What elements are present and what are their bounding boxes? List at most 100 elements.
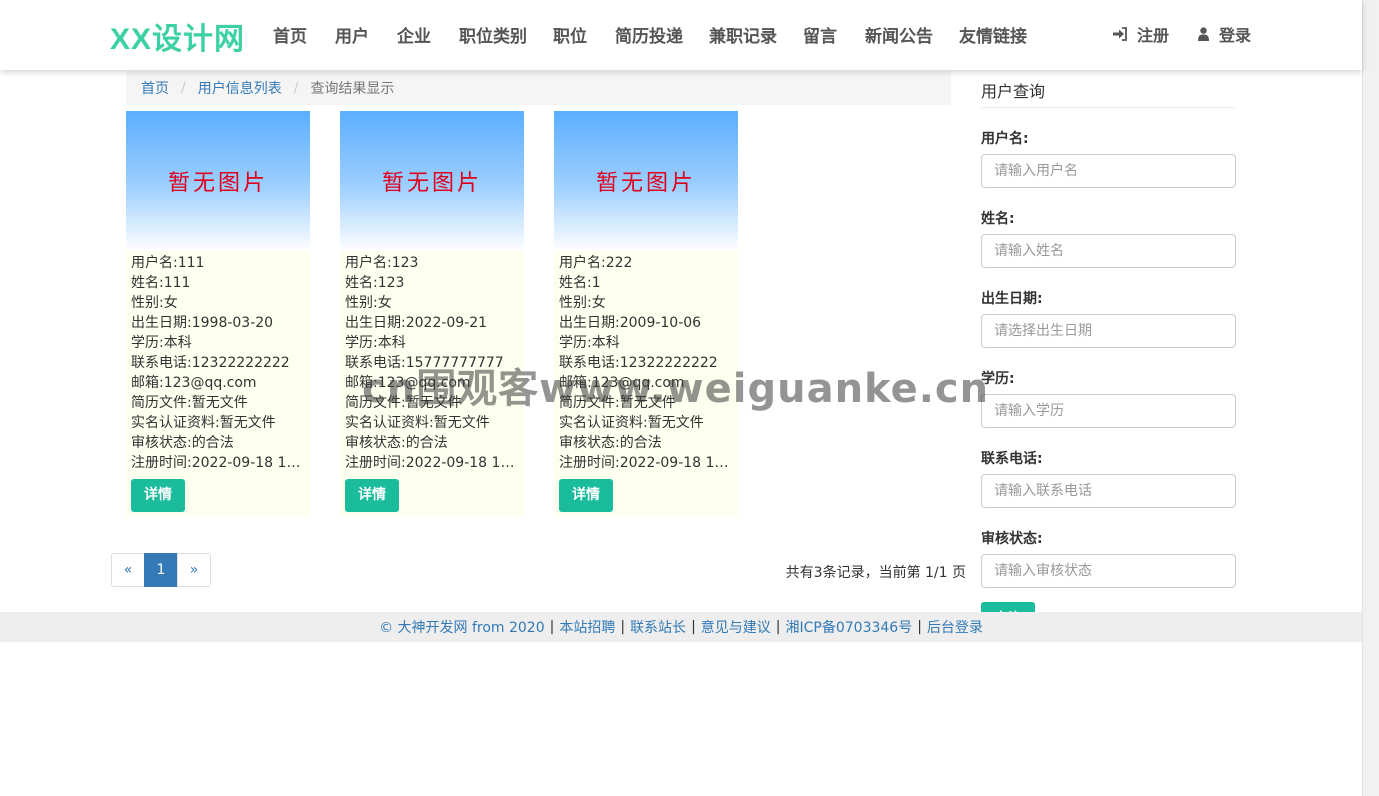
card-verification-docs: 实名认证资料:暂无文件 bbox=[559, 415, 704, 431]
user-card: 暂无图片 用户名:111 姓名:111 性别:女 出生日期:1998-03-20… bbox=[126, 111, 310, 517]
login-link[interactable]: 登录 bbox=[1198, 22, 1251, 46]
breadcrumb-user-list[interactable]: 用户信息列表 bbox=[198, 78, 282, 98]
pagination-prev[interactable]: « bbox=[111, 553, 145, 587]
details-button[interactable]: 详情 bbox=[559, 479, 613, 512]
card-username: 用户名:111 bbox=[131, 255, 205, 271]
register-link[interactable]: 注册 bbox=[1112, 22, 1169, 46]
page-scrollbar[interactable] bbox=[1362, 0, 1379, 796]
no-image-text: 暂无图片 bbox=[167, 171, 268, 196]
no-image-text: 暂无图片 bbox=[381, 171, 482, 196]
card-name: 姓名:123 bbox=[345, 275, 405, 291]
nav-item-resume-submission[interactable]: 简历投递 bbox=[615, 22, 683, 47]
card-resume-file: 简历文件:暂无文件 bbox=[559, 395, 676, 411]
card-phone: 联系电话:15777777777 bbox=[345, 355, 504, 371]
card-register-time: 注册时间:2022-09-18 18:... bbox=[559, 455, 733, 471]
pagination-page-current[interactable]: 1 bbox=[144, 553, 178, 587]
card-education: 学历:本科 bbox=[345, 335, 406, 351]
user-photo-placeholder: 暂无图片 bbox=[126, 111, 310, 251]
user-search-panel: 用户查询 用户名: 姓名: 出生日期: 学历: 联系电话: 审核状态: 查询 bbox=[981, 78, 1236, 636]
pagination: « 1 » bbox=[111, 553, 211, 587]
details-button[interactable]: 详情 bbox=[345, 479, 399, 512]
card-review-status: 审核状态:的合法 bbox=[345, 435, 448, 451]
footer-separator: | bbox=[691, 619, 696, 635]
card-register-time: 注册时间:2022-09-18 18:... bbox=[345, 455, 519, 471]
card-phone: 联系电话:12322222222 bbox=[131, 355, 290, 371]
footer-contact-link[interactable]: 联系站长 bbox=[630, 617, 686, 637]
user-icon bbox=[1198, 27, 1209, 41]
phone-label: 联系电话: bbox=[981, 451, 1043, 467]
card-review-status: 审核状态:的合法 bbox=[559, 435, 662, 451]
register-label: 注册 bbox=[1137, 26, 1170, 45]
card-gender: 性别:女 bbox=[345, 295, 392, 311]
search-panel-title: 用户查询 bbox=[981, 78, 1236, 108]
no-image-text: 暂无图片 bbox=[595, 171, 696, 196]
card-name: 姓名:1 bbox=[559, 275, 601, 291]
nav-item-home[interactable]: 首页 bbox=[273, 22, 307, 47]
footer-separator: | bbox=[917, 619, 922, 635]
review-status-input[interactable] bbox=[981, 554, 1236, 588]
nav-item-parttime-records[interactable]: 兼职记录 bbox=[709, 22, 777, 47]
username-input[interactable] bbox=[981, 154, 1236, 188]
education-label: 学历: bbox=[981, 371, 1015, 387]
card-phone: 联系电话:12322222222 bbox=[559, 355, 718, 371]
user-photo-placeholder: 暂无图片 bbox=[340, 111, 524, 251]
footer-icp-link[interactable]: 湘ICP备0703346号 bbox=[786, 617, 913, 637]
card-name: 姓名:111 bbox=[131, 275, 191, 291]
card-username: 用户名:222 bbox=[559, 255, 633, 271]
card-birthdate: 出生日期:2009-10-06 bbox=[559, 315, 702, 331]
footer-separator: | bbox=[620, 619, 626, 635]
pagination-next[interactable]: » bbox=[177, 553, 211, 587]
card-register-time: 注册时间:2022-09-18 18:... bbox=[131, 455, 305, 471]
nav-item-friend-links[interactable]: 友情链接 bbox=[959, 22, 1027, 47]
card-education: 学历:本科 bbox=[559, 335, 620, 351]
nav-item-news[interactable]: 新闻公告 bbox=[865, 22, 933, 47]
footer-admin-login-link[interactable]: 后台登录 bbox=[927, 617, 983, 637]
user-card-info: 用户名:111 姓名:111 性别:女 出生日期:1998-03-20 学历:本… bbox=[126, 251, 310, 512]
footer-feedback-link[interactable]: 意见与建议 bbox=[701, 617, 771, 637]
card-birthdate: 出生日期:1998-03-20 bbox=[131, 315, 274, 331]
username-label: 用户名: bbox=[981, 131, 1029, 147]
card-birthdate: 出生日期:2022-09-21 bbox=[345, 315, 488, 331]
breadcrumb-home[interactable]: 首页 bbox=[141, 78, 169, 98]
breadcrumb: 首页 / 用户信息列表 / 查询结果显示 bbox=[126, 71, 951, 105]
nav-item-messages[interactable]: 留言 bbox=[803, 22, 837, 47]
birthdate-input[interactable] bbox=[981, 314, 1236, 348]
pagination-info: 共有3条记录，当前第 1/1 页 bbox=[785, 565, 966, 581]
breadcrumb-separator: / bbox=[181, 80, 186, 96]
user-card-info: 用户名:123 姓名:123 性别:女 出生日期:2022-09-21 学历:本… bbox=[340, 251, 524, 512]
name-input[interactable] bbox=[981, 234, 1236, 268]
user-card: 暂无图片 用户名:123 姓名:123 性别:女 出生日期:2022-09-21… bbox=[340, 111, 524, 517]
user-card-info: 用户名:222 姓名:1 性别:女 出生日期:2009-10-06 学历:本科 … bbox=[554, 251, 738, 512]
card-gender: 性别:女 bbox=[131, 295, 178, 311]
card-resume-file: 简历文件:暂无文件 bbox=[131, 395, 248, 411]
card-email: 邮箱:123@qq.com bbox=[559, 375, 685, 391]
nav-item-users[interactable]: 用户 bbox=[335, 22, 369, 47]
card-username: 用户名:123 bbox=[345, 255, 419, 271]
phone-input[interactable] bbox=[981, 474, 1236, 508]
card-email: 邮箱:123@qq.com bbox=[131, 375, 257, 391]
footer: © 大神开发网 from 2020 | 本站招聘 | 联系站长 | 意见与建议 … bbox=[0, 612, 1362, 642]
card-resume-file: 简历文件:暂无文件 bbox=[345, 395, 462, 411]
login-label: 登录 bbox=[1219, 26, 1252, 45]
card-verification-docs: 实名认证资料:暂无文件 bbox=[131, 415, 276, 431]
sign-in-icon bbox=[1113, 27, 1127, 41]
card-review-status: 审核状态:的合法 bbox=[131, 435, 234, 451]
footer-separator: | bbox=[549, 619, 555, 635]
card-gender: 性别:女 bbox=[559, 295, 606, 311]
education-input[interactable] bbox=[981, 394, 1236, 428]
user-card: 暂无图片 用户名:222 姓名:1 性别:女 出生日期:2009-10-06 学… bbox=[554, 111, 738, 517]
site-logo[interactable]: XX设计网 bbox=[110, 14, 245, 58]
user-photo-placeholder: 暂无图片 bbox=[554, 111, 738, 251]
card-education: 学历:本科 bbox=[131, 335, 192, 351]
footer-recruitment-link[interactable]: 本站招聘 bbox=[559, 617, 615, 637]
breadcrumb-current: 查询结果显示 bbox=[310, 81, 395, 97]
footer-copyright-link[interactable]: © 大神开发网 from 2020 bbox=[379, 617, 545, 637]
birthdate-label: 出生日期: bbox=[981, 291, 1043, 307]
name-label: 姓名: bbox=[981, 211, 1015, 227]
review-status-label: 审核状态: bbox=[981, 531, 1043, 547]
nav-item-job-categories[interactable]: 职位类别 bbox=[459, 22, 527, 47]
nav-item-companies[interactable]: 企业 bbox=[397, 22, 431, 47]
details-button[interactable]: 详情 bbox=[131, 479, 185, 512]
nav-item-jobs[interactable]: 职位 bbox=[553, 22, 587, 47]
breadcrumb-separator: / bbox=[293, 80, 299, 96]
